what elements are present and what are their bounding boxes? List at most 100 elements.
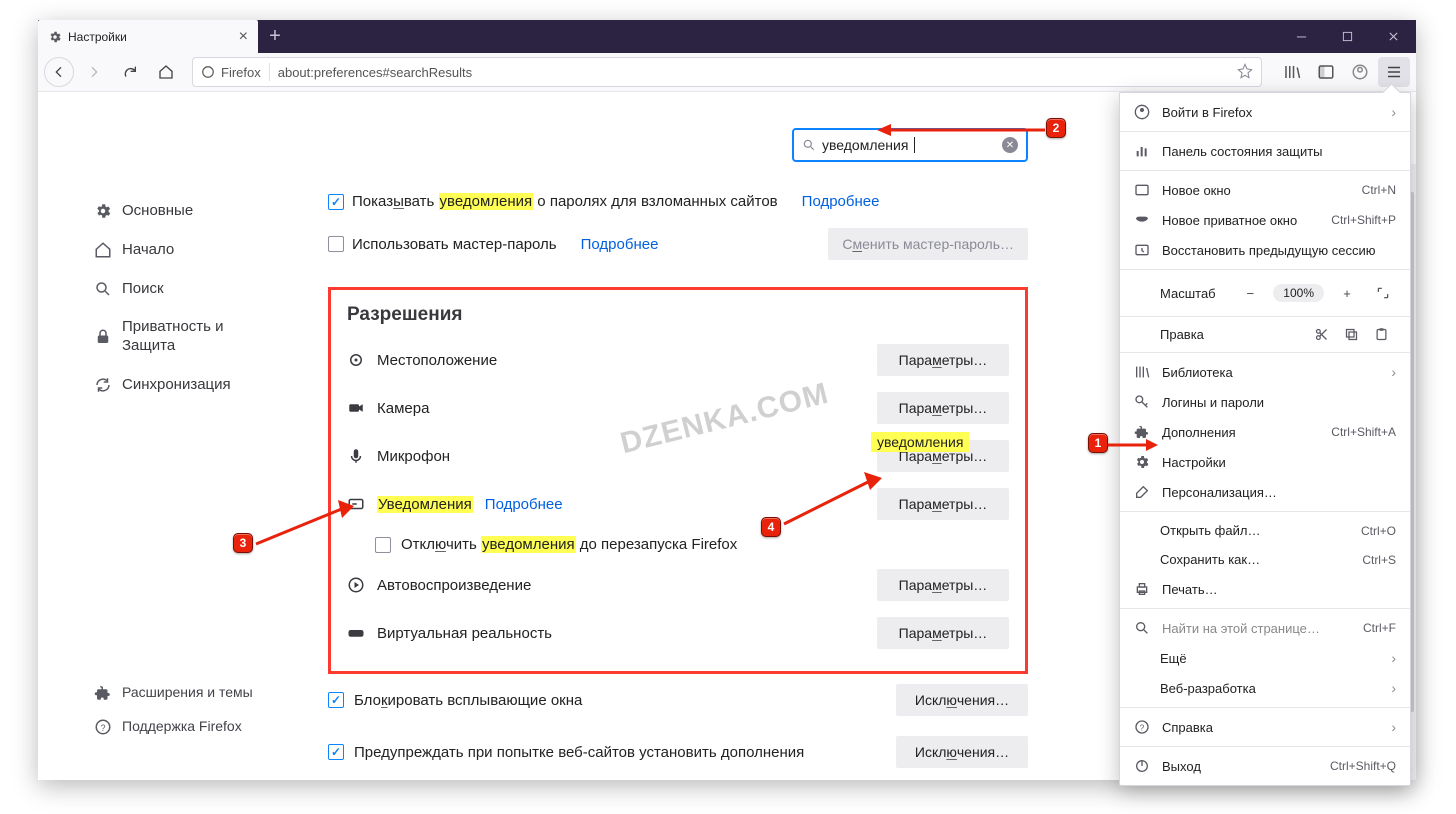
zoom-out-button[interactable]: − [1237, 280, 1263, 306]
menu-find[interactable]: Найти на этой странице…Ctrl+F [1120, 613, 1410, 643]
search-icon [802, 138, 816, 152]
firefox-icon [201, 65, 215, 79]
checkbox-block-notifications[interactable]: Отключить уведомления до перезапуска Fir… [347, 528, 1009, 561]
titlebar: Настройки × + [38, 20, 1416, 53]
checkbox-use-master-password[interactable]: Использовать мастер-пароль Подробнее Сме… [328, 219, 1028, 269]
svg-text:?: ? [1140, 723, 1145, 732]
checkbox-icon[interactable] [328, 236, 344, 252]
sidebar-item-privacy[interactable]: Приватность и Защита [88, 308, 278, 366]
menu-protection-panel[interactable]: Панель состояния защиты [1120, 136, 1410, 166]
checkbox-label: Показывать уведомления о паролях для взл… [352, 193, 778, 210]
learn-more-link[interactable]: Подробнее [485, 496, 563, 513]
menu-quit[interactable]: ВыходCtrl+Shift+Q [1120, 751, 1410, 781]
fullscreen-button[interactable] [1370, 280, 1396, 306]
bookmark-star-icon[interactable] [1237, 63, 1253, 82]
callout-4: 4 [761, 517, 781, 537]
menu-settings[interactable]: Настройки [1120, 447, 1410, 477]
settings-button[interactable]: Параметры… [877, 617, 1009, 649]
settings-button[interactable]: Параметры… [877, 569, 1009, 601]
account-button[interactable] [1344, 57, 1376, 87]
menu-help[interactable]: ? Справка› [1120, 712, 1410, 742]
menu-edit: Правка [1120, 321, 1410, 348]
window-minimize-button[interactable] [1278, 20, 1324, 53]
tab-close-icon[interactable]: × [235, 28, 252, 46]
learn-more-link[interactable]: Подробнее [581, 236, 659, 253]
menu-logins[interactable]: Логины и пароли [1120, 387, 1410, 417]
sidebar-button[interactable] [1310, 57, 1342, 87]
window-close-button[interactable] [1370, 20, 1416, 53]
callout-3: 3 [233, 533, 253, 553]
nav-forward-button[interactable] [78, 57, 110, 87]
settings-button[interactable]: Параметры… [877, 392, 1009, 424]
menu-label: Дополнения [1162, 425, 1236, 440]
microphone-icon [347, 447, 365, 465]
hamburger-menu-button[interactable] [1378, 57, 1410, 87]
clear-search-icon[interactable]: ✕ [1002, 137, 1018, 153]
menu-label: Персонализация… [1162, 485, 1277, 500]
search-highlight-tooltip: уведомления [871, 432, 969, 452]
menu-label: Настройки [1162, 455, 1226, 470]
new-tab-button[interactable]: + [258, 20, 292, 53]
browser-window: Настройки × + Firefox about:preferences#… [38, 20, 1416, 780]
preferences-search-input[interactable]: уведомления ✕ [792, 128, 1028, 162]
menu-restore-session[interactable]: Восстановить предыдущую сессию [1120, 235, 1410, 265]
zoom-in-button[interactable]: + [1334, 280, 1360, 306]
menu-webdev[interactable]: Веб-разработка› [1120, 673, 1410, 703]
checkbox-show-breach-alerts[interactable]: Показывать уведомления о паролях для взл… [328, 184, 1028, 219]
lock-icon [94, 328, 112, 346]
copy-button[interactable] [1336, 327, 1366, 342]
cut-button[interactable] [1306, 327, 1336, 342]
menu-print[interactable]: Печать… [1120, 574, 1410, 604]
menu-sign-in[interactable]: Войти в Firefox› [1120, 97, 1410, 127]
nav-reload-button[interactable] [114, 57, 146, 87]
checkbox-icon[interactable] [375, 537, 391, 553]
window-maximize-button[interactable] [1324, 20, 1370, 53]
tab-title: Настройки [68, 30, 127, 44]
identity-block[interactable]: Firefox [201, 65, 261, 80]
url-text: about:preferences#searchResults [278, 65, 472, 80]
nav-home-button[interactable] [150, 57, 182, 87]
checkbox-icon[interactable] [328, 744, 344, 760]
checkbox-icon[interactable] [328, 692, 344, 708]
menu-customize[interactable]: Персонализация… [1120, 477, 1410, 507]
sidebar-item-search[interactable]: Поиск [88, 270, 278, 309]
library-icon [1134, 364, 1150, 380]
permission-vr: Виртуальная реальность Параметры… [347, 609, 1009, 657]
active-tab[interactable]: Настройки × [38, 20, 258, 53]
checkbox-block-popups[interactable]: Блокировать всплывающие окна Исключения… [328, 674, 1028, 726]
url-bar[interactable]: Firefox about:preferences#searchResults [192, 57, 1262, 87]
permission-label: Уведомления [377, 496, 473, 513]
menu-save-as[interactable]: Сохранить как…Ctrl+S [1120, 545, 1410, 574]
menu-new-window[interactable]: Новое окноCtrl+N [1120, 175, 1410, 205]
sidebar-item-label: Начало [122, 241, 174, 260]
paste-button[interactable] [1366, 327, 1396, 342]
menu-label: Новое приватное окно [1162, 213, 1297, 228]
menu-label: Ещё [1160, 651, 1187, 666]
menu-library[interactable]: Библиотека› [1120, 357, 1410, 387]
permission-camera: Камера Параметры… [347, 384, 1009, 432]
shortcut: Ctrl+N [1362, 183, 1396, 197]
sidebar-item-support[interactable]: ? Поддержка Firefox [88, 710, 308, 744]
checkbox-warn-addons[interactable]: Предупреждать при попытке веб-сайтов уст… [328, 726, 1028, 778]
sidebar-item-sync[interactable]: Синхронизация [88, 366, 278, 405]
checkbox-label: Предупреждать при попытке веб-сайтов уст… [354, 744, 804, 761]
exceptions-button[interactable]: Исключения… [896, 684, 1028, 716]
autoplay-icon [347, 576, 365, 594]
sidebar-item-general[interactable]: Основные [88, 192, 278, 231]
shortcut: Ctrl+S [1362, 553, 1396, 567]
menu-more[interactable]: Ещё› [1120, 643, 1410, 673]
menu-label: Восстановить предыдущую сессию [1162, 243, 1376, 258]
settings-button[interactable]: Параметры… [877, 344, 1009, 376]
menu-new-private[interactable]: Новое приватное окноCtrl+Shift+P [1120, 205, 1410, 235]
library-button[interactable] [1276, 57, 1308, 87]
checkbox-icon[interactable] [328, 194, 344, 210]
nav-back-button[interactable] [44, 57, 74, 87]
menu-open-file[interactable]: Открыть файл…Ctrl+O [1120, 516, 1410, 545]
exceptions-button[interactable]: Исключения… [896, 736, 1028, 768]
menu-addons[interactable]: ДополненияCtrl+Shift+A [1120, 417, 1410, 447]
learn-more-link[interactable]: Подробнее [802, 193, 880, 210]
sidebar-item-home[interactable]: Начало [88, 231, 278, 270]
checkbox-label: Блокировать всплывающие окна [354, 692, 582, 709]
settings-button[interactable]: Параметры… [877, 488, 1009, 520]
sidebar-item-extensions[interactable]: Расширения и темы [88, 676, 308, 710]
